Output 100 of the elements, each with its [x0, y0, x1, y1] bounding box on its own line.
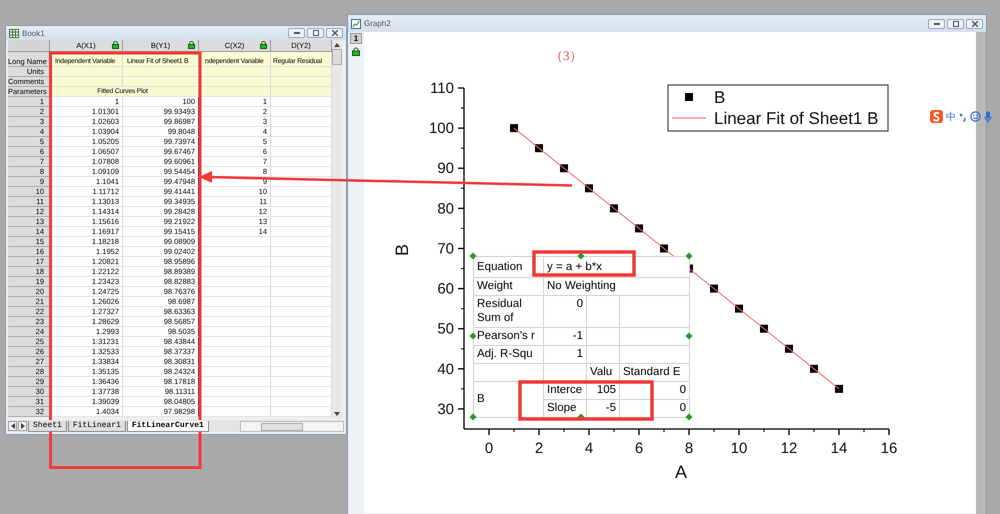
scrollbar[interactable] [332, 40, 342, 419]
table-cell [271, 277, 332, 287]
table-cell [271, 367, 332, 377]
table-cell [271, 267, 332, 277]
table-cell [199, 297, 271, 307]
table-cell [199, 267, 271, 277]
down-arrow-icon[interactable] [334, 412, 340, 416]
next-sheet-button[interactable] [18, 421, 27, 431]
previous-sheet-button[interactable] [8, 421, 17, 431]
table-cell: Equation [474, 256, 544, 278]
selection-handle[interactable] [469, 332, 477, 340]
table-cell [271, 387, 332, 397]
table-cell [199, 277, 271, 287]
tick-label: 6 [634, 440, 644, 457]
table-cell [271, 307, 332, 317]
tick-label: 30 [437, 400, 454, 418]
table-cell [271, 167, 332, 177]
close-button[interactable] [966, 18, 983, 28]
smiley-icon[interactable] [970, 111, 981, 122]
table-cell [271, 237, 332, 247]
annotation-text: （3） [550, 48, 582, 63]
table-cell [271, 247, 332, 257]
table-cell [271, 377, 332, 387]
table-cell: -5 [586, 400, 620, 418]
table-cell [199, 257, 271, 267]
maximize-button[interactable] [307, 28, 324, 38]
tick-label: 12 [780, 440, 798, 457]
input-mode-toggle[interactable]: 中 [946, 110, 956, 124]
table-cell [271, 67, 332, 77]
tick-label: 50 [437, 320, 454, 338]
tick-label: 40 [437, 360, 454, 378]
table-cell: 1 [544, 346, 586, 364]
table-cell [271, 217, 332, 227]
left-arrow-icon [10, 423, 14, 429]
selection-handle[interactable] [469, 413, 477, 421]
table-cell: No Weighting [544, 278, 690, 296]
maximize-button[interactable] [947, 18, 964, 28]
table-cell [199, 67, 271, 77]
table-cell [271, 117, 332, 127]
table-cell [271, 137, 332, 147]
scrollbar[interactable] [976, 32, 986, 514]
table-cell: Adj. R-Squ [474, 346, 544, 364]
window-title: Book1 [22, 28, 46, 38]
table-cell [199, 247, 271, 257]
table-cell [271, 337, 332, 347]
table-cell [271, 327, 332, 337]
selection-handle[interactable] [469, 252, 477, 260]
table-cell [199, 287, 271, 297]
selection-handle[interactable] [685, 252, 693, 260]
table-cell [199, 337, 271, 347]
table-cell [271, 97, 332, 107]
table-cell [199, 347, 271, 357]
table-cell [271, 187, 332, 197]
selection-handle[interactable] [577, 252, 585, 260]
layer-tab[interactable]: 1 [350, 33, 362, 44]
window-title: Graph2 [364, 19, 392, 28]
table-cell [271, 107, 332, 117]
punctuation-icon[interactable] [959, 112, 967, 122]
app-logo-icon[interactable] [930, 110, 943, 123]
table-cell: Residual Sum of [474, 296, 544, 328]
tick-label: 100 [428, 120, 454, 138]
table-cell [271, 317, 332, 327]
table-cell [271, 207, 332, 217]
tick-label: 8 [684, 440, 694, 457]
tick-label: 80 [437, 200, 454, 218]
table-cell [199, 407, 271, 417]
sheet-tab[interactable]: Sheet1 [28, 420, 67, 432]
table-cell: Weight [474, 278, 544, 296]
close-button[interactable] [326, 28, 343, 38]
selection-handle[interactable] [685, 332, 693, 340]
table-cell [271, 127, 332, 137]
minimize-icon [934, 22, 940, 24]
table-cell [199, 327, 271, 337]
sheet-tab[interactable]: FitLinear1 [68, 420, 126, 432]
table-cell: 105 [586, 382, 620, 400]
table-cell [271, 287, 332, 297]
table-cell: Interce [544, 382, 586, 400]
axis-title: A [675, 462, 687, 482]
table-cell [199, 77, 271, 87]
worksheet-icon [9, 28, 19, 38]
table-cell [199, 397, 271, 407]
minimize-button[interactable] [928, 18, 945, 28]
table-cell [271, 397, 332, 407]
table-cell [271, 87, 332, 97]
table-cell [199, 237, 271, 247]
up-arrow-icon[interactable] [334, 43, 340, 47]
selection-handle[interactable] [685, 413, 693, 421]
scroll-thumb[interactable] [332, 49, 342, 65]
microphone-icon[interactable] [984, 110, 992, 122]
scroll-thumb[interactable] [260, 422, 303, 430]
tick-label: 90 [437, 160, 454, 178]
tick-label: 70 [437, 240, 454, 258]
graph-icon [351, 18, 361, 28]
sheet-tab[interactable]: FitLinearCurve1 [126, 420, 209, 432]
scrollbar[interactable] [240, 420, 344, 432]
table-cell [271, 147, 332, 157]
table-cell [199, 377, 271, 387]
minimize-button[interactable] [288, 28, 305, 38]
tick-label: 2 [534, 440, 544, 457]
minimize-icon [294, 32, 300, 34]
